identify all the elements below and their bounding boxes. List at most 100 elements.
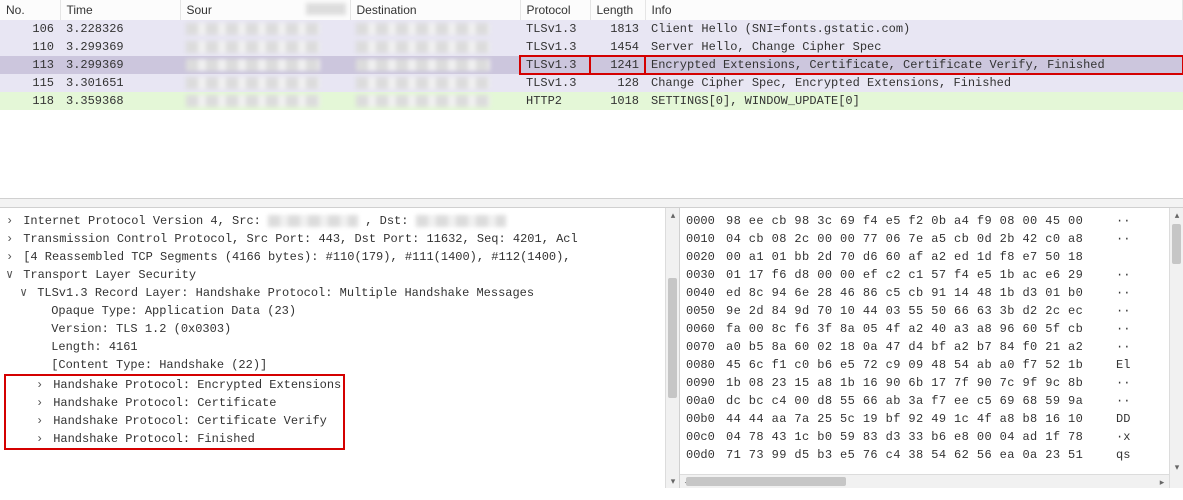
redacted-destination — [356, 23, 490, 35]
hex-offset: 0040 — [686, 284, 726, 302]
caret-right-icon[interactable]: › — [36, 430, 46, 448]
tree-scrollbar-vertical[interactable]: ▴ ▾ — [665, 208, 679, 488]
hex-offset: 00d0 — [686, 446, 726, 464]
hex-ascii: ·· — [1116, 230, 1130, 248]
hex-offset: 0010 — [686, 230, 726, 248]
cell-info: SETTINGS[0], WINDOW_UPDATE[0] — [645, 92, 1183, 110]
tree-tls-label: Transport Layer Security — [23, 268, 196, 282]
tree-version[interactable]: Version: TLS 1.2 (0x0303) — [6, 320, 679, 338]
scrollbar-thumb[interactable] — [1172, 224, 1181, 264]
hex-line[interactable]: 0070a0 b5 8a 60 02 18 0a 47 d4 bf a2 b7 … — [686, 338, 1181, 356]
scroll-down-icon[interactable]: ▾ — [1170, 460, 1183, 474]
scroll-up-icon[interactable]: ▴ — [1170, 208, 1183, 222]
col-header-destination[interactable]: Destination — [350, 0, 520, 20]
hex-line[interactable]: 00b044 44 aa 7a 25 5c 19 bf 92 49 1c 4f … — [686, 410, 1181, 428]
caret-right-icon[interactable]: › — [6, 212, 16, 230]
cell-time: 3.301651 — [60, 74, 180, 92]
hex-ascii: ·x — [1116, 428, 1130, 446]
tree-tls[interactable]: ∨ Transport Layer Security — [6, 266, 679, 284]
hex-line[interactable]: 00d071 73 99 d5 b3 e5 76 c4 38 54 62 56 … — [686, 446, 1181, 464]
scroll-down-icon[interactable]: ▾ — [666, 474, 680, 488]
tree-tls-record[interactable]: ∨ TLSv1.3 Record Layer: Handshake Protoc… — [6, 284, 679, 302]
tree-tcp[interactable]: › Transmission Control Protocol, Src Por… — [6, 230, 679, 248]
caret-right-icon[interactable]: › — [6, 230, 16, 248]
tree-length[interactable]: Length: 4161 — [6, 338, 679, 356]
hex-line[interactable]: 002000 a1 01 bb 2d 70 d6 60 af a2 ed 1d … — [686, 248, 1181, 266]
hex-bytes: fa 00 8c f6 3f 8a 05 4f a2 40 a3 a8 96 6… — [726, 320, 1116, 338]
hex-offset: 0020 — [686, 248, 726, 266]
cell-time: 3.359368 — [60, 92, 180, 110]
cell-source — [180, 74, 350, 92]
scrollbar-thumb[interactable] — [686, 477, 846, 486]
hex-line[interactable]: 00a0dc bc c4 00 d8 55 66 ab 3a f7 ee c5 … — [686, 392, 1181, 410]
cell-source — [180, 56, 350, 74]
caret-down-icon[interactable]: ∨ — [20, 284, 30, 302]
packet-bytes-pane[interactable]: 000098 ee cb 98 3c 69 f4 e5 f2 0b a4 f9 … — [680, 208, 1183, 488]
hex-line[interactable]: 00509e 2d 84 9d 70 10 44 03 55 50 66 63 … — [686, 302, 1181, 320]
caret-right-icon[interactable]: › — [36, 376, 46, 394]
packet-row[interactable]: 1153.301651TLSv1.3128Change Cipher Spec,… — [0, 74, 1183, 92]
hex-bytes: 45 6c f1 c0 b6 e5 72 c9 09 48 54 ab a0 f… — [726, 356, 1116, 374]
col-header-no[interactable]: No. — [0, 0, 60, 20]
packet-row[interactable]: 1063.228326TLSv1.31813Client Hello (SNI=… — [0, 20, 1183, 38]
tree-hs-certificate-verify[interactable]: › Handshake Protocol: Certificate Verify — [8, 412, 341, 430]
hex-line[interactable]: 003001 17 f6 d8 00 00 ef c2 c1 57 f4 e5 … — [686, 266, 1181, 284]
scrollbar-thumb[interactable] — [668, 278, 677, 398]
tree-reassembly-label: [4 Reassembled TCP Segments (4166 bytes)… — [23, 250, 570, 264]
cell-info: Client Hello (SNI=fonts.gstatic.com) — [645, 20, 1183, 38]
tree-tls-record-label: TLSv1.3 Record Layer: Handshake Protocol… — [37, 286, 534, 300]
col-header-length[interactable]: Length — [590, 0, 645, 20]
scroll-up-icon[interactable]: ▴ — [666, 208, 680, 222]
hex-line[interactable]: 0040ed 8c 94 6e 28 46 86 c5 cb 91 14 48 … — [686, 284, 1181, 302]
cell-destination — [350, 20, 520, 38]
hex-bytes: 04 cb 08 2c 00 00 77 06 7e a5 cb 0d 2b 4… — [726, 230, 1116, 248]
horizontal-splitter[interactable] — [0, 198, 1183, 208]
hex-line[interactable]: 0060fa 00 8c f6 3f 8a 05 4f a2 40 a3 a8 … — [686, 320, 1181, 338]
col-header-protocol[interactable]: Protocol — [520, 0, 590, 20]
hex-line[interactable]: 001004 cb 08 2c 00 00 77 06 7e a5 cb 0d … — [686, 230, 1181, 248]
caret-none — [34, 302, 44, 320]
cell-length: 1813 — [590, 20, 645, 38]
tree-content-type[interactable]: [Content Type: Handshake (22)] — [6, 356, 679, 374]
tree-hs-finished[interactable]: › Handshake Protocol: Finished — [8, 430, 341, 448]
hex-bytes: 01 17 f6 d8 00 00 ef c2 c1 57 f4 e5 1b a… — [726, 266, 1116, 284]
tree-hs-encrypted-extensions[interactable]: › Handshake Protocol: Encrypted Extensio… — [8, 376, 341, 394]
tree-opaque-type-label: Opaque Type: Application Data (23) — [51, 304, 296, 318]
hex-scrollbar-horizontal[interactable]: ◂ ▸ — [680, 474, 1169, 488]
packet-list-pane[interactable]: No. Time Sour Destination Protocol Lengt… — [0, 0, 1183, 128]
caret-down-icon[interactable]: ∨ — [6, 266, 16, 284]
col-header-time[interactable]: Time — [60, 0, 180, 20]
hex-bytes: 44 44 aa 7a 25 5c 19 bf 92 49 1c 4f a8 b… — [726, 410, 1116, 428]
hex-offset: 0000 — [686, 212, 726, 230]
hex-bytes: 9e 2d 84 9d 70 10 44 03 55 50 66 63 3b d… — [726, 302, 1116, 320]
packet-row[interactable]: 1183.359368HTTP21018SETTINGS[0], WINDOW_… — [0, 92, 1183, 110]
col-header-source[interactable]: Sour — [180, 0, 350, 20]
hex-ascii: ·· — [1116, 338, 1130, 356]
cell-info: Encrypted Extensions, Certificate, Certi… — [645, 56, 1183, 74]
hex-line[interactable]: 00c004 78 43 1c b0 59 83 d3 33 b6 e8 00 … — [686, 428, 1181, 446]
caret-none — [34, 338, 44, 356]
col-header-info[interactable]: Info — [645, 0, 1183, 20]
hex-line[interactable]: 00901b 08 23 15 a8 1b 16 90 6b 17 7f 90 … — [686, 374, 1181, 392]
packet-details-pane[interactable]: › Internet Protocol Version 4, Src: , Ds… — [0, 208, 680, 488]
tree-reassembly[interactable]: › [4 Reassembled TCP Segments (4166 byte… — [6, 248, 679, 266]
hex-line[interactable]: 000098 ee cb 98 3c 69 f4 e5 f2 0b a4 f9 … — [686, 212, 1181, 230]
redacted-source — [186, 23, 320, 35]
column-header-row[interactable]: No. Time Sour Destination Protocol Lengt… — [0, 0, 1183, 20]
caret-right-icon[interactable]: › — [36, 412, 46, 430]
caret-right-icon[interactable]: › — [6, 248, 16, 266]
tree-hs-certificate[interactable]: › Handshake Protocol: Certificate — [8, 394, 341, 412]
tree-ipv4[interactable]: › Internet Protocol Version 4, Src: , Ds… — [6, 212, 679, 230]
packet-row[interactable]: 1103.299369TLSv1.31454Server Hello, Chan… — [0, 38, 1183, 56]
hex-line[interactable]: 008045 6c f1 c0 b6 e5 72 c9 09 48 54 ab … — [686, 356, 1181, 374]
scroll-right-icon[interactable]: ▸ — [1155, 475, 1169, 488]
packet-row[interactable]: 1133.299369TLSv1.31241Encrypted Extensio… — [0, 56, 1183, 74]
cell-protocol: TLSv1.3 — [520, 56, 590, 74]
hex-ascii: ·· — [1116, 374, 1130, 392]
cell-destination — [350, 56, 520, 74]
caret-right-icon[interactable]: › — [36, 394, 46, 412]
hex-scrollbar-vertical[interactable]: ▴ ▾ — [1169, 208, 1183, 488]
hex-bytes: dc bc c4 00 d8 55 66 ab 3a f7 ee c5 69 6… — [726, 392, 1116, 410]
tree-opaque-type[interactable]: Opaque Type: Application Data (23) — [6, 302, 679, 320]
tree-hs-finished-label: Handshake Protocol: Finished — [53, 432, 255, 446]
